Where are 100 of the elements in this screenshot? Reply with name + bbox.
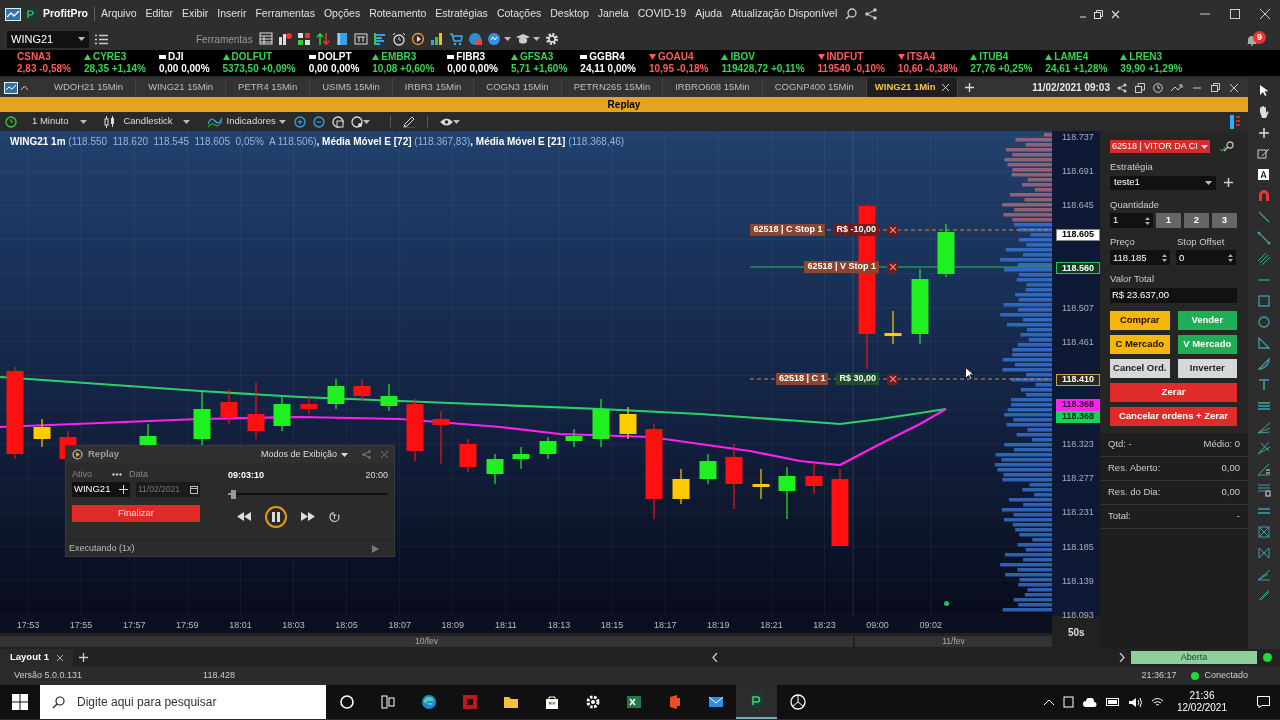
ticker-symbol[interactable]: GOAU4 — [657, 51, 694, 63]
time-label: 17:55 — [69, 619, 93, 632]
ticker-symbol[interactable]: LAME4 — [1054, 51, 1089, 63]
ticker-quote: 28,35 +1,14% — [83, 63, 146, 75]
asset-field[interactable]: WING21 — [72, 482, 130, 497]
menu-item[interactable]: Inserir — [217, 6, 247, 22]
ticker-symbol[interactable]: ITSA4 — [906, 51, 936, 63]
menu-item[interactable]: Opções — [323, 6, 361, 22]
ticker-symbol[interactable]: FIBR3 — [456, 51, 486, 63]
order-label[interactable]: 62518 | C 1 — [775, 373, 829, 385]
time-label: 18:01 — [229, 619, 252, 632]
account-dropdown[interactable]: 62518 | VITOR DA CI — [1110, 140, 1210, 153]
version-text: Versão 5.0.0.131 — [14, 668, 83, 682]
time-label: 18:13 — [547, 619, 571, 632]
taskbar-search-field[interactable]: Digite aqui para pesquisar — [40, 685, 326, 719]
menu-item[interactable]: Roteamento — [369, 6, 427, 22]
ticker-quote: 24,11 0,00% — [580, 63, 636, 75]
menu-item[interactable]: Editar — [145, 6, 173, 22]
ticker-quote: 10,60 -0,38% — [897, 63, 958, 75]
price-label: 118.277 — [1062, 472, 1094, 486]
order-button[interactable]: Cancelar ordens + Zerar — [1110, 406, 1237, 426]
order-label[interactable]: 62518 | V Stop 1 — [804, 261, 879, 273]
order-button[interactable]: C Mercado — [1110, 334, 1170, 354]
price-label: 118.645 — [1062, 199, 1094, 213]
ticker-symbol[interactable]: CSNA3 — [17, 51, 51, 63]
price-label: 118.323 — [1062, 438, 1094, 452]
order-result-label: R$ -10,00 — [833, 224, 879, 236]
quantity-field[interactable]: 1 — [1110, 213, 1153, 228]
time-label: 18:11 — [494, 619, 517, 632]
menu-item[interactable]: Ferramentas — [255, 6, 315, 22]
ticker-symbol[interactable]: DOLFUT — [231, 51, 273, 63]
ticker-quote: 10,95 -0,18% — [648, 63, 709, 75]
interval-dropdown[interactable]: 1 Minuto — [32, 114, 69, 129]
time-label: 18:03 — [282, 619, 305, 632]
time-label: 18:17 — [653, 619, 677, 632]
ticker-symbol[interactable]: GGBR4 — [589, 51, 625, 63]
ticker-quote: 27,76 +0,25% — [970, 63, 1033, 75]
time-label: 17:57 — [122, 619, 146, 632]
indicators-dropdown[interactable]: Indicadores — [226, 114, 276, 129]
menu-item[interactable]: Desktop — [550, 6, 589, 22]
price-label: 118.691 — [1062, 165, 1094, 179]
quantity-button[interactable]: 1 — [1156, 213, 1181, 228]
ticker-quote: 119540 -0,10% — [817, 63, 885, 75]
notification-badge: 9 — [1253, 31, 1266, 44]
panel-title: Replay — [88, 447, 120, 462]
ticker-symbol[interactable]: IBOV — [730, 51, 755, 63]
replay-banner: Replay — [0, 97, 1248, 112]
clock-text: 21:36:17 — [1141, 668, 1177, 682]
order-button[interactable]: Zerar — [1110, 382, 1237, 402]
strategy-dropdown[interactable]: teste1 — [1110, 175, 1216, 190]
order-button[interactable]: Comprar — [1110, 310, 1170, 330]
time-label: 09:00 — [866, 619, 889, 632]
date-band: 10/fev — [0, 636, 853, 647]
ticker-quote: 5,71 +1,60% — [510, 63, 568, 75]
chart-tab[interactable]: WING21 1Min — [866, 78, 958, 97]
price-label: 118.461 — [1062, 335, 1094, 349]
menu-item[interactable]: COVID-19 — [637, 6, 687, 22]
quantity-button[interactable]: 2 — [1184, 213, 1209, 228]
layout-tab[interactable]: Layout 1 — [0, 649, 74, 666]
ticker-symbol[interactable]: DOLPT — [317, 51, 352, 63]
field-label: Estratégia — [1110, 161, 1153, 172]
stop-offset-field[interactable]: 0 — [1176, 250, 1236, 266]
ticker-symbol[interactable]: GFSA3 — [519, 51, 554, 63]
menu-item[interactable]: Ajuda — [695, 6, 722, 22]
average-stat: Médio: 0 — [1203, 437, 1240, 452]
connection-status: Conectado — [1204, 668, 1248, 682]
date-field[interactable]: 11/02/2021 — [136, 482, 200, 497]
menu-item[interactable]: Cotações — [496, 6, 542, 22]
taskbar-date: 12/02/2021 — [1176, 702, 1227, 714]
order-label[interactable]: 62518 | C Stop 1 — [750, 224, 826, 236]
ticker-symbol[interactable]: ITUB4 — [979, 51, 1009, 63]
ticker-quote: 39,90 +1,29% — [1120, 63, 1183, 75]
price-label: 118.139 — [1062, 574, 1094, 588]
order-button[interactable]: Cancel Ord. — [1110, 358, 1170, 378]
quantity-button[interactable]: 3 — [1212, 213, 1237, 228]
price-field[interactable]: 118.185 — [1110, 250, 1170, 266]
ticker-symbol[interactable]: INDFUT — [826, 51, 864, 63]
end-time: 20:00 — [365, 469, 388, 482]
symbol-field[interactable]: WING21 — [7, 30, 89, 48]
finish-button[interactable]: Finalizar — [72, 505, 200, 522]
ticker-symbol[interactable]: EMBR3 — [381, 51, 417, 63]
field-label: Ativo — [72, 467, 92, 481]
time-label: 17:53 — [16, 619, 40, 632]
ticker-symbol[interactable]: DJI — [167, 51, 184, 63]
menu-item[interactable]: Arquivo — [100, 6, 137, 22]
price-tag: 118.605 — [1056, 228, 1100, 241]
ticker-symbol[interactable]: CYRE3 — [92, 51, 127, 63]
menu-item[interactable]: Janela — [597, 6, 629, 22]
ticker-quote: 0,00 0,00% — [158, 63, 210, 75]
menu-item[interactable]: Atualização Disponível — [731, 6, 838, 22]
order-button[interactable]: Inverter — [1177, 358, 1237, 378]
field-label: Quantidade — [1110, 198, 1160, 210]
display-modes-dropdown[interactable]: Modos de Exibição — [260, 447, 337, 462]
menu-item[interactable]: Exibir — [181, 6, 209, 22]
quantity-stat: Qtd: - — [1108, 437, 1132, 452]
ticker-symbol[interactable]: LREN3 — [1129, 51, 1163, 63]
price-label: 118.231 — [1062, 506, 1094, 520]
menu-item[interactable]: Estratégias — [435, 6, 488, 22]
market-status-bar: Aberta — [1131, 651, 1257, 664]
chart-type-dropdown[interactable]: Candlestick — [123, 114, 173, 129]
